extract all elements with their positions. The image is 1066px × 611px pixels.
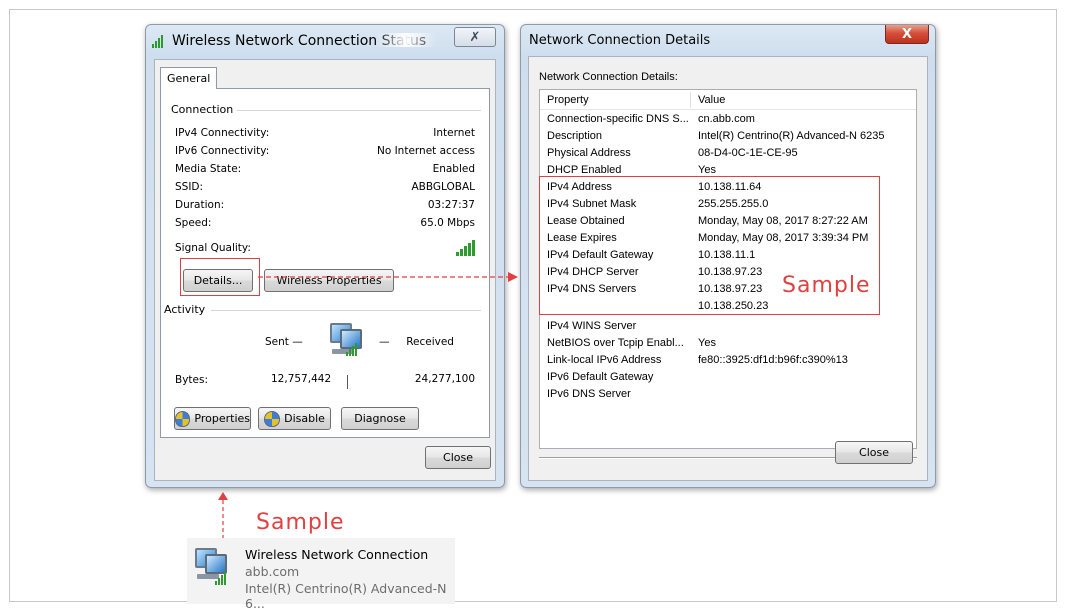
bottom-connector-arrow bbox=[218, 492, 228, 538]
value-cell: Yes bbox=[698, 164, 716, 176]
network-domain: abb.com bbox=[245, 564, 300, 579]
info-value: Internet bbox=[433, 126, 475, 139]
properties-button-label: Properties bbox=[194, 412, 250, 425]
details-highlight-box bbox=[180, 258, 260, 296]
bytes-separator bbox=[347, 375, 348, 389]
close-icon: ✗ bbox=[469, 29, 481, 45]
info-label: Duration: bbox=[175, 198, 225, 211]
list-header: Property Value bbox=[540, 90, 916, 110]
value-cell: Yes bbox=[698, 337, 716, 349]
wifi-signal-icon bbox=[152, 34, 168, 48]
list-row[interactable]: NetBIOS over Tcpip Enabl... Yes bbox=[540, 336, 916, 353]
list-row[interactable]: Connection-specific DNS S... cn.abb.com bbox=[540, 112, 916, 129]
sample-annotation-bottom: Sample bbox=[256, 510, 345, 535]
info-label: IPv6 Connectivity: bbox=[175, 144, 270, 157]
tab-general[interactable]: General bbox=[160, 67, 218, 89]
bytes-received-value: 24,277,100 bbox=[414, 373, 475, 385]
close-window-button[interactable]: X bbox=[885, 25, 929, 44]
signal-bars-icon bbox=[456, 239, 475, 256]
value-cell: fe80::3925:df1d:b96f:c390%13 bbox=[698, 354, 848, 366]
close-window-button[interactable]: ✗ bbox=[454, 27, 496, 47]
value-cell: 08-D4-0C-1E-CE-95 bbox=[698, 147, 798, 159]
property-cell: IPv4 WINS Server bbox=[547, 320, 637, 332]
property-cell: DHCP Enabled bbox=[547, 164, 622, 176]
sent-label: Sent — bbox=[265, 336, 303, 348]
property-cell: IPv6 Default Gateway bbox=[547, 371, 654, 383]
bytes-sent-value: 12,757,442 bbox=[271, 373, 332, 385]
property-cell: Link-local IPv6 Address bbox=[547, 354, 662, 366]
property-cell: IPv6 DNS Server bbox=[547, 388, 631, 400]
list-row[interactable]: IPv6 DNS Server bbox=[540, 387, 916, 404]
info-row: Duration: 03:27:37 bbox=[175, 196, 475, 213]
details-close-button[interactable]: Close bbox=[835, 441, 913, 464]
list-row[interactable]: Link-local IPv6 Address fe80::3925:df1d:b… bbox=[540, 353, 916, 370]
signal-quality-label: Signal Quality: bbox=[175, 241, 251, 254]
status-window: Wireless Network Connection Status ✗ Gen… bbox=[145, 24, 505, 488]
connection-label: Connection bbox=[171, 103, 238, 116]
connector-arrow bbox=[258, 272, 518, 282]
network-adapter: Intel(R) Centrino(R) Advanced-N 6... bbox=[245, 581, 447, 611]
activity-label: Activity bbox=[164, 303, 210, 316]
info-label: Speed: bbox=[175, 216, 212, 229]
network-list-item[interactable]: Wireless Network Connection abb.com Inte… bbox=[187, 538, 455, 611]
activity-divider bbox=[211, 310, 481, 311]
column-header-value[interactable]: Value bbox=[698, 94, 725, 106]
value-cell: Intel(R) Centrino(R) Advanced-N 6235 bbox=[698, 130, 885, 142]
signal-quality-row: Signal Quality: bbox=[175, 239, 475, 256]
info-value: No Internet access bbox=[376, 144, 475, 157]
disable-button-label: Disable bbox=[284, 412, 325, 425]
details-list-label: Network Connection Details: bbox=[539, 71, 678, 83]
column-separator[interactable] bbox=[690, 92, 691, 108]
info-row: Media State: Enabled bbox=[175, 160, 475, 177]
network-adapter-icon bbox=[193, 546, 233, 586]
list-row[interactable]: Physical Address 08-D4-0C-1E-CE-95 bbox=[540, 146, 916, 163]
property-cell: NetBIOS over Tcpip Enabl... bbox=[547, 337, 684, 349]
property-cell: Connection-specific DNS S... bbox=[547, 113, 689, 125]
info-value: Enabled bbox=[432, 162, 475, 175]
info-value: 65.0 Mbps bbox=[420, 216, 475, 229]
value-cell: cn.abb.com bbox=[698, 113, 755, 125]
received-label: — Received bbox=[379, 336, 454, 348]
info-label: IPv4 Connectivity: bbox=[175, 126, 270, 139]
property-cell: Physical Address bbox=[547, 147, 631, 159]
column-header-property[interactable]: Property bbox=[547, 94, 589, 106]
info-label: Media State: bbox=[175, 162, 242, 175]
status-close-button[interactable]: Close bbox=[425, 446, 491, 469]
bytes-label: Bytes: bbox=[175, 373, 209, 386]
list-row[interactable]: IPv6 Default Gateway bbox=[540, 370, 916, 387]
connection-divider bbox=[225, 110, 481, 111]
properties-button[interactable]: Properties bbox=[174, 407, 251, 430]
info-label: SSID: bbox=[175, 180, 204, 193]
network-name: Wireless Network Connection bbox=[245, 547, 429, 562]
close-icon: X bbox=[901, 26, 913, 42]
sample-annotation-right: Sample bbox=[782, 273, 871, 298]
info-value: 03:27:37 bbox=[427, 198, 475, 211]
list-row[interactable]: IPv4 WINS Server bbox=[540, 319, 916, 336]
diagnose-button[interactable]: Diagnose bbox=[341, 407, 419, 430]
info-row: IPv6 Connectivity: No Internet access bbox=[175, 142, 475, 159]
shield-icon bbox=[175, 410, 191, 427]
property-cell: Description bbox=[547, 130, 603, 142]
list-row[interactable]: Description Intel(R) Centrino(R) Advanced… bbox=[540, 129, 916, 146]
info-value: ABBGLOBAL bbox=[411, 180, 475, 193]
disable-button[interactable]: Disable bbox=[258, 407, 331, 430]
details-window-title[interactable]: Network Connection Details bbox=[529, 33, 710, 48]
info-row: Speed: 65.0 Mbps bbox=[175, 214, 475, 231]
shield-icon bbox=[264, 410, 281, 427]
info-row: IPv4 Connectivity: Internet bbox=[175, 124, 475, 141]
info-row: SSID: ABBGLOBAL bbox=[175, 178, 475, 195]
title-glare bbox=[376, 33, 436, 47]
network-computers-icon bbox=[328, 321, 368, 361]
